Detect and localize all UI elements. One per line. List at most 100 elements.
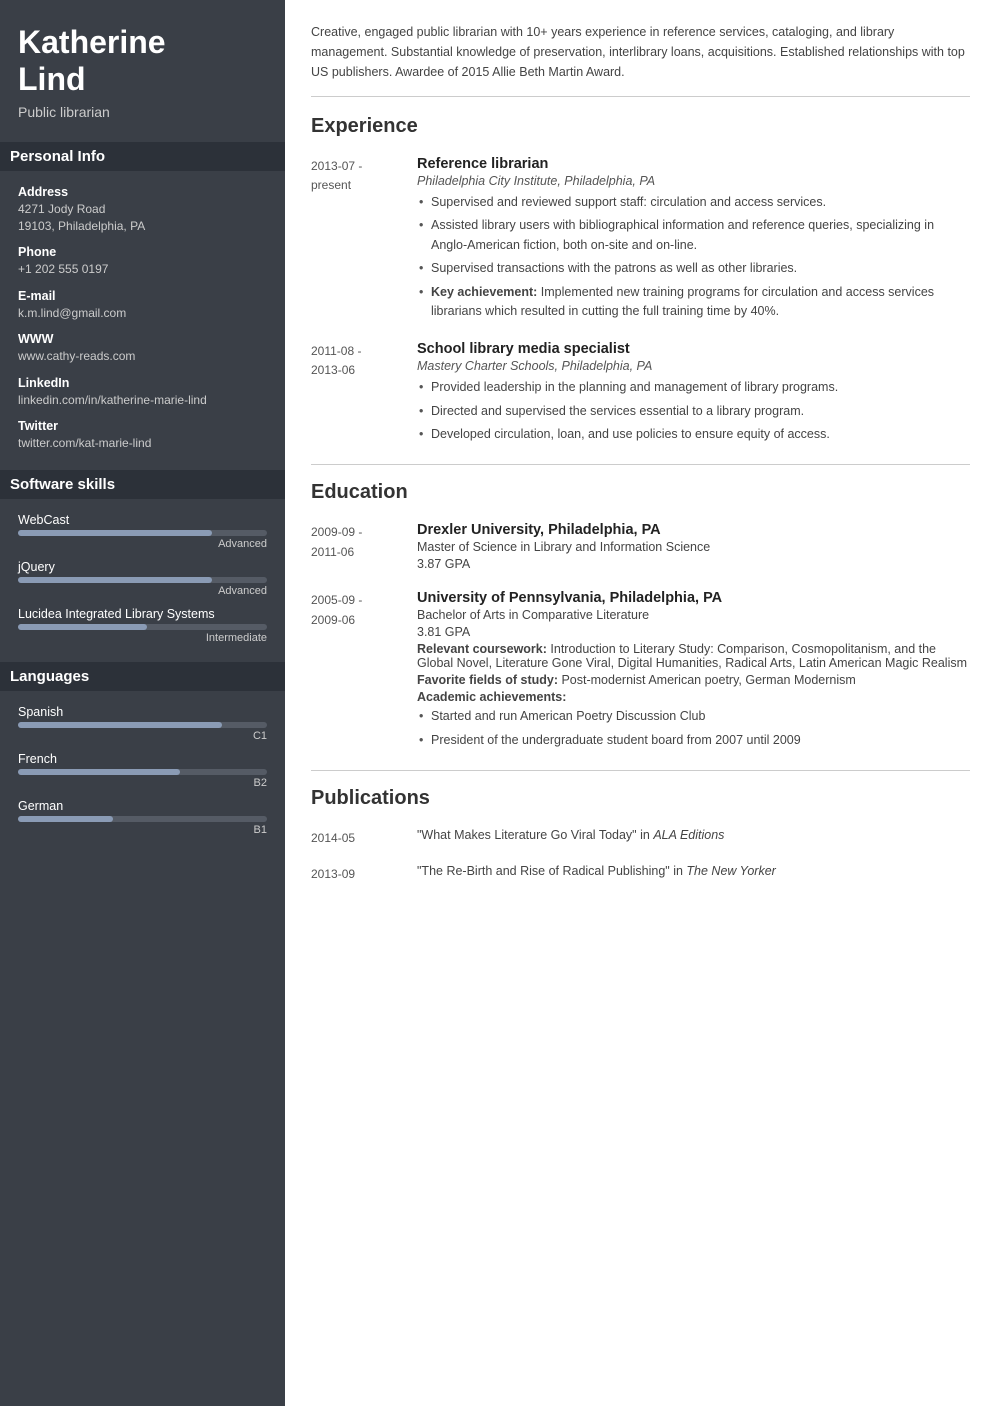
lang-german: German B1 [18,799,267,836]
lang-french-bar-bg [18,769,267,775]
experience-entry-2: 2011-08 -2013-06 School library media sp… [311,341,970,448]
experience-entry-1: 2013-07 -present Reference librarian Phi… [311,156,970,325]
edu1-gpa: 3.87 GPA [417,557,970,571]
exp1-body: Reference librarian Philadelphia City In… [417,156,970,325]
lang-german-name: German [18,799,267,813]
lang-french: French B2 [18,752,267,789]
divider-publications [311,770,970,771]
linkedin-field: LinkedIn linkedin.com/in/katherine-marie… [18,376,267,409]
skill-webcast-name: WebCast [18,513,267,527]
address-value: 4271 Jody Road19103, Philadelphia, PA [18,201,267,236]
phone-field: Phone +1 202 555 0197 [18,245,267,278]
candidate-name: KatherineLind [18,24,267,98]
skill-lucidea-bar-bg [18,624,267,630]
edu2-title: University of Pennsylvania, Philadelphia… [417,590,970,606]
phone-value: +1 202 555 0197 [18,261,267,278]
lang-spanish-level: C1 [18,730,267,742]
education-entry-2: 2005-09 -2009-06 University of Pennsylva… [311,590,970,754]
skill-lucidea-name: Lucidea Integrated Library Systems [18,607,267,621]
education-header: Education [311,481,970,508]
linkedin-value: linkedin.com/in/katherine-marie-lind [18,392,267,409]
skill-lucidea-level: Intermediate [18,632,267,644]
personal-info-header: Personal Info [0,142,285,171]
software-skills-header: Software skills [0,470,285,499]
skill-webcast-level: Advanced [18,538,267,550]
exp1-subtitle: Philadelphia City Institute, Philadelphi… [417,174,970,188]
lang-spanish: Spanish C1 [18,705,267,742]
publication-entry-2: 2013-09 "The Re-Birth and Rise of Radica… [311,864,970,884]
skill-jquery-level: Advanced [18,585,267,597]
skill-webcast: WebCast Advanced [18,513,267,550]
email-label: E-mail [18,289,267,303]
candidate-title: Public librarian [18,104,267,120]
exp2-subtitle: Mastery Charter Schools, Philadelphia, P… [417,359,970,373]
edu2-body: University of Pennsylvania, Philadelphia… [417,590,970,754]
skill-jquery-name: jQuery [18,560,267,574]
exp1-date: 2013-07 -present [311,156,401,325]
exp1-title: Reference librarian [417,156,970,172]
edu2-achievement-2: President of the undergraduate student b… [417,731,970,750]
edu2-degree: Bachelor of Arts in Comparative Literatu… [417,608,970,622]
experience-header: Experience [311,115,970,142]
email-field: E-mail k.m.lind@gmail.com [18,289,267,322]
skill-webcast-bar-bg [18,530,267,536]
publications-header: Publications [311,787,970,814]
twitter-label: Twitter [18,419,267,433]
lang-german-level: B1 [18,824,267,836]
skill-lucidea: Lucidea Integrated Library Systems Inter… [18,607,267,644]
lang-spanish-bar-fill [18,722,222,728]
lang-german-bar-bg [18,816,267,822]
exp1-bullet-2: Assisted library users with bibliographi… [417,216,970,255]
exp1-bullet-1: Supervised and reviewed support staff: c… [417,193,970,212]
linkedin-label: LinkedIn [18,376,267,390]
address-label: Address [18,185,267,199]
edu2-achievement-1: Started and run American Poetry Discussi… [417,707,970,726]
edu1-title: Drexler University, Philadelphia, PA [417,522,970,538]
pub1-text: "What Makes Literature Go Viral Today" i… [417,828,970,842]
divider-education [311,464,970,465]
exp2-body: School library media specialist Mastery … [417,341,970,448]
pub2-body: "The Re-Birth and Rise of Radical Publis… [417,864,970,884]
exp2-bullet-1: Provided leadership in the planning and … [417,378,970,397]
exp2-bullet-2: Directed and supervised the services ess… [417,402,970,421]
skill-jquery: jQuery Advanced [18,560,267,597]
address-field: Address 4271 Jody Road19103, Philadelphi… [18,185,267,236]
edu2-fields: Favorite fields of study: Post-modernist… [417,673,970,687]
lang-french-bar-fill [18,769,180,775]
edu1-body: Drexler University, Philadelphia, PA Mas… [417,522,970,574]
exp1-bullet-3: Supervised transactions with the patrons… [417,259,970,278]
languages-header: Languages [0,662,285,691]
edu2-achievements: Started and run American Poetry Discussi… [417,707,970,750]
edu1-degree: Master of Science in Library and Informa… [417,540,970,554]
twitter-field: Twitter twitter.com/kat-marie-lind [18,419,267,452]
edu1-date: 2009-09 -2011-06 [311,522,401,574]
education-entry-1: 2009-09 -2011-06 Drexler University, Phi… [311,522,970,574]
exp1-bullet-4: Key achievement: Implemented new trainin… [417,283,970,322]
skill-jquery-bar-fill [18,577,212,583]
twitter-value: twitter.com/kat-marie-lind [18,435,267,452]
edu2-date: 2005-09 -2009-06 [311,590,401,754]
exp2-bullets: Provided leadership in the planning and … [417,378,970,444]
exp1-bullets: Supervised and reviewed support staff: c… [417,193,970,321]
skill-lucidea-bar-fill [18,624,147,630]
pub2-text: "The Re-Birth and Rise of Radical Publis… [417,864,970,878]
lang-french-level: B2 [18,777,267,789]
exp2-date: 2011-08 -2013-06 [311,341,401,448]
lang-german-bar-fill [18,816,113,822]
lang-spanish-bar-bg [18,722,267,728]
www-field: WWW www.cathy-reads.com [18,332,267,365]
skill-webcast-bar-fill [18,530,212,536]
www-label: WWW [18,332,267,346]
pub2-date: 2013-09 [311,864,401,884]
sidebar: KatherineLind Public librarian Personal … [0,0,285,1406]
edu2-achievements-label: Academic achievements: [417,690,970,704]
summary: Creative, engaged public librarian with … [311,22,970,97]
www-value: www.cathy-reads.com [18,348,267,365]
pub1-body: "What Makes Literature Go Viral Today" i… [417,828,970,848]
lang-spanish-name: Spanish [18,705,267,719]
email-value: k.m.lind@gmail.com [18,305,267,322]
exp2-bullet-3: Developed circulation, loan, and use pol… [417,425,970,444]
exp2-title: School library media specialist [417,341,970,357]
edu2-coursework: Relevant coursework: Introduction to Lit… [417,642,970,670]
edu2-gpa: 3.81 GPA [417,625,970,639]
